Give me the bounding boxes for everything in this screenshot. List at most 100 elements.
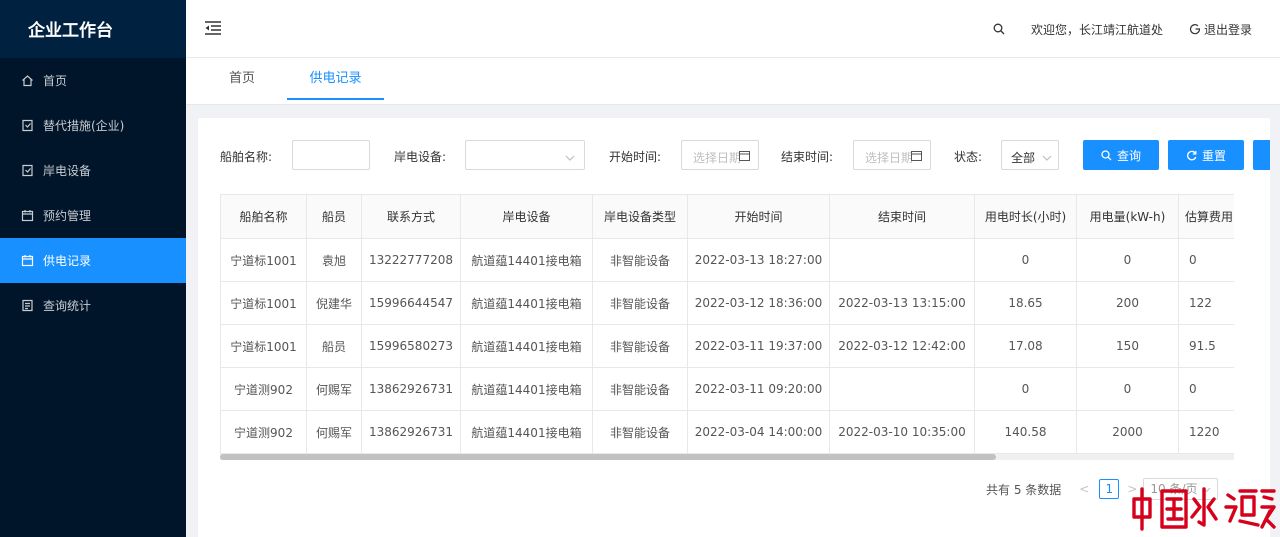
search-button-label: 查询	[1116, 148, 1141, 163]
calendar-icon	[911, 150, 922, 164]
table-cell: 2022-03-04 14:00:00	[687, 410, 830, 454]
table-row[interactable]: 宁道标1001 船员 15996580273 航道蕴14401接电箱 非智能设备…	[220, 324, 1234, 368]
table-cell: 航道蕴14401接电箱	[460, 410, 593, 454]
table-cell: 122	[1178, 281, 1234, 325]
search-icon	[1101, 149, 1112, 160]
doc-icon	[20, 164, 34, 178]
table-cell: 宁道标1001	[220, 281, 307, 325]
sidebar-item-label: 供电记录	[43, 254, 92, 268]
reset-button-label: 重置	[1201, 148, 1226, 163]
sidebar-item-label: 首页	[43, 74, 68, 88]
page-number-button[interactable]: 1	[1099, 479, 1120, 499]
table-cell: 航道蕴14401接电箱	[460, 281, 593, 325]
table-cell: 2022-03-13 13:15:00	[829, 281, 975, 325]
menu-collapse-icon[interactable]	[204, 20, 222, 36]
table-cell: 17.08	[974, 324, 1077, 368]
scrollbar-thumb[interactable]	[220, 454, 996, 460]
table-cell: 2022-03-13 18:27:00	[687, 238, 830, 282]
sidebar-item-statistics[interactable]: 查询统计	[0, 283, 186, 328]
brand-title: 企业工作台	[0, 0, 186, 58]
table-row[interactable]: 宁道标1001 袁旭 13222777208 航道蕴14401接电箱 非智能设备…	[220, 238, 1234, 282]
home-icon	[20, 74, 34, 88]
table-cell: 倪建华	[306, 281, 362, 325]
column-header[interactable]: 开始时间	[687, 194, 830, 239]
table-row[interactable]: 宁道测902 何赐军 13862926731 航道蕴14401接电箱 非智能设备…	[220, 367, 1234, 411]
prev-page-button[interactable]: <	[1079, 482, 1089, 496]
column-header[interactable]: 岸电设备	[460, 194, 593, 239]
table-row[interactable]: 宁道标1001 倪建华 15996644547 航道蕴14401接电箱 非智能设…	[220, 281, 1234, 325]
calendar-icon	[20, 254, 34, 268]
table-cell: 宁道测902	[220, 367, 307, 411]
logout-button[interactable]: 退出登录	[1189, 21, 1252, 38]
table-row[interactable]: 宁道测902 何赐军 13862926731 航道蕴14401接电箱 非智能设备…	[220, 410, 1234, 454]
table-cell: 非智能设备	[592, 367, 688, 411]
table-cell: 袁旭	[306, 238, 362, 282]
ship-name-input[interactable]	[292, 140, 370, 170]
start-time-label: 开始时间:	[609, 150, 662, 164]
logout-label: 退出登录	[1203, 22, 1252, 37]
column-header[interactable]: 用电量(kW-h)	[1076, 194, 1179, 239]
sidebar-item-label: 预约管理	[43, 209, 92, 223]
table-cell	[829, 238, 975, 282]
horizontal-scrollbar[interactable]	[220, 454, 1234, 460]
table-header-row: 船舶名称 船员 联系方式 岸电设备 岸电设备类型 开始时间 结束时间 用电时长(…	[220, 194, 1234, 239]
export-button[interactable]	[1253, 140, 1270, 170]
sidebar-item-home[interactable]: 首页	[0, 58, 186, 103]
end-date-picker[interactable]: 选择日期	[853, 140, 931, 170]
column-header[interactable]: 结束时间	[829, 194, 975, 239]
column-header[interactable]: 用电时长(小时)	[974, 194, 1077, 239]
table-cell: 2022-03-12 12:42:00	[829, 324, 975, 368]
welcome-text: 欢迎您，长江靖江航道处	[1030, 22, 1163, 37]
table-cell: 140.58	[974, 410, 1077, 454]
sidebar-item-booking[interactable]: 预约管理	[0, 193, 186, 238]
table-cell: 非智能设备	[592, 238, 688, 282]
column-header[interactable]: 联系方式	[361, 194, 461, 239]
device-select[interactable]	[465, 140, 585, 170]
table-cell: 船员	[306, 324, 362, 368]
sidebar-item-power-records[interactable]: 供电记录	[0, 238, 186, 283]
start-date-picker[interactable]: 选择日期	[681, 140, 759, 170]
table-cell: 15996644547	[361, 281, 461, 325]
table-cell: 0	[974, 367, 1077, 411]
reset-button[interactable]: 重置	[1168, 140, 1244, 170]
ship-name-label: 船舶名称:	[220, 150, 273, 164]
table-cell: 15996580273	[361, 324, 461, 368]
search-button[interactable]: 查询	[1083, 140, 1159, 170]
column-header[interactable]: 船员	[306, 194, 362, 239]
search-icon[interactable]	[993, 23, 1005, 35]
report-icon	[20, 299, 34, 313]
tab-home[interactable]: 首页	[229, 58, 255, 100]
calendar-icon	[20, 209, 34, 223]
table-cell: 91.5	[1178, 324, 1234, 368]
table-cell: 宁道标1001	[220, 324, 307, 368]
table-cell: 2022-03-10 10:35:00	[829, 410, 975, 454]
table-cell: 1220	[1178, 410, 1234, 454]
table-cell: 航道蕴14401接电箱	[460, 238, 593, 282]
records-table: 船舶名称 船员 联系方式 岸电设备 岸电设备类型 开始时间 结束时间 用电时长(…	[220, 194, 1234, 454]
tab-power-records[interactable]: 供电记录	[287, 58, 384, 100]
column-header[interactable]: 岸电设备类型	[592, 194, 688, 239]
table-cell: 非智能设备	[592, 281, 688, 325]
table-cell: 200	[1076, 281, 1179, 325]
status-select[interactable]: 全部	[1001, 140, 1059, 170]
sidebar-item-alternatives[interactable]: 替代措施(企业)	[0, 103, 186, 148]
table-cell: 非智能设备	[592, 410, 688, 454]
doc-icon	[20, 119, 34, 133]
table-cell: 非智能设备	[592, 324, 688, 368]
table-cell: 2000	[1076, 410, 1179, 454]
top-header: 欢迎您，长江靖江航道处 退出登录	[186, 0, 1280, 58]
calendar-icon	[739, 150, 750, 164]
sidebar-item-label: 查询统计	[43, 299, 92, 313]
total-count: 共有 5 条数据	[986, 482, 1062, 497]
newspaper-watermark-logo	[1132, 487, 1276, 531]
column-header[interactable]: 估算费用	[1178, 194, 1234, 239]
column-header[interactable]: 船舶名称	[220, 194, 307, 239]
sidebar-item-shore-power-device[interactable]: 岸电设备	[0, 148, 186, 193]
table-cell: 航道蕴14401接电箱	[460, 367, 593, 411]
table-cell	[829, 367, 975, 411]
table-cell: 2022-03-11 09:20:00	[687, 367, 830, 411]
filter-bar: 船舶名称: 岸电设备: 开始时间: 选择日期 结束时间: 选择日期 状态: 全部	[198, 140, 1270, 172]
refresh-icon	[1187, 150, 1197, 160]
records-table-wrapper: 船舶名称 船员 联系方式 岸电设备 岸电设备类型 开始时间 结束时间 用电时长(…	[220, 194, 1234, 456]
table-cell: 2022-03-12 18:36:00	[687, 281, 830, 325]
